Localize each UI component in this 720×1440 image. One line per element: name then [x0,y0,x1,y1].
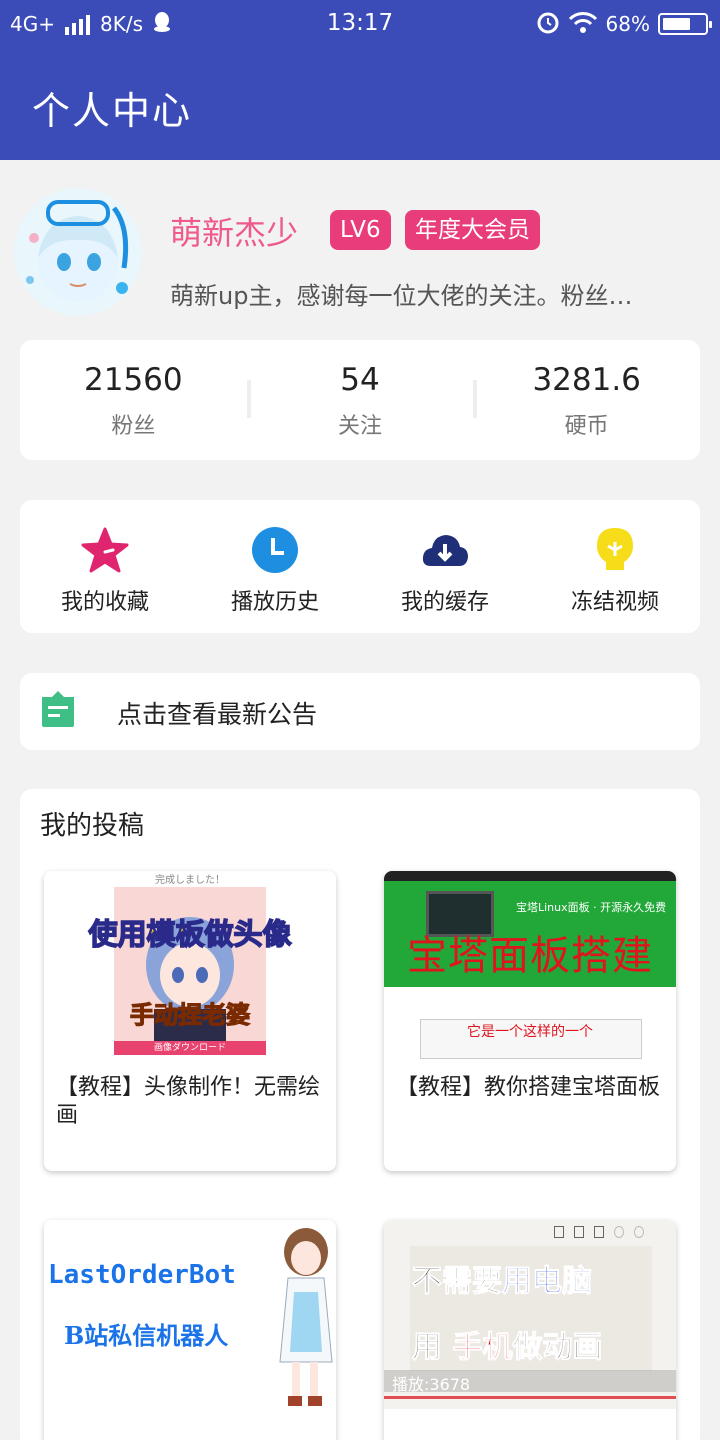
thumb-download-button: 画像ダウンロード [114,1041,266,1055]
stat-followers[interactable]: 21560 粉丝 [20,340,247,460]
thumb-waveform [384,1396,676,1399]
app-bar: 个人中心 [0,48,720,160]
thumb-line2-b: 手机 [452,1330,513,1366]
post-card[interactable]: 不需要用电脑 用 手机做动画 播放:3678 [384,1220,676,1440]
thumb-play-count: 播放:3678 [392,1375,471,1394]
user-bio: 萌新up主，感谢每一位大佬的关注。粉丝… [170,282,633,310]
cloud-download-icon [421,526,469,574]
anime-character-illustration [279,1228,333,1406]
post-card[interactable]: LastOrderBot B站私信机器人 [44,1220,336,1440]
page-title: 个人中心 [32,89,193,133]
level-badge: LV6 [330,210,391,250]
post-card[interactable]: 完成しました！ 使用模板做头像 手动捏老婆 画像ダウンロード 【教程】头像制作！… [44,871,336,1171]
quick-history[interactable]: 播放历史 [190,500,360,633]
status-bar: 4G+ 8K/s 13:17 68% [0,0,720,48]
battery-icon [658,13,712,35]
stat-label: 硬币 [564,414,609,439]
stat-value: 21560 [84,362,183,398]
thumb-headline: LastOrderBot [48,1260,236,1290]
quick-actions: 我的收藏 播放历史 我的缓存 冻结视频 [20,500,700,633]
thumb-topbar [384,871,676,881]
thumb-banner-text: 宝塔Linux面板 · 开源永久免费 [516,901,667,914]
thumb-sub: 它是一个这样的一个 [467,1024,593,1040]
thumb-headline: 使用模板做头像 [88,916,293,952]
thumb-line1: 不需要用电脑 [412,1256,593,1300]
quick-label: 冻结视频 [570,590,659,615]
vip-badge: 年度大会员 [405,210,540,250]
bulb-icon [591,526,639,574]
quick-frozen[interactable]: 冻结视频 [530,500,700,633]
profile-section: 萌新杰少 LV6 年度大会员 萌新up主，感谢每一位大佬的关注。粉丝… 2156… [0,160,720,770]
username[interactable]: 萌新杰少 [170,208,298,254]
thumb-line2-c: 做动画 [512,1330,603,1366]
quick-label: 播放历史 [230,590,319,615]
clock-icon [251,526,299,574]
stats-card: 21560 粉丝 54 关注 3281.6 硬币 [20,340,700,460]
stat-value: 3281.6 [532,362,641,398]
post-thumbnail: LastOrderBot B站私信机器人 [44,1220,336,1409]
stat-following[interactable]: 54 关注 [246,340,474,460]
quick-favorites[interactable]: 我的收藏 [20,500,190,633]
post-card[interactable]: 宝塔Linux面板 · 开源永久免费 宝塔面板搭建 它是一个这样的一个 【教程】… [384,871,676,1171]
thumb-headline: 宝塔面板搭建 [407,933,653,979]
quick-label: 我的缓存 [400,590,489,615]
alarm-icon [536,10,560,39]
stat-coins[interactable]: 3281.6 硬币 [473,340,700,460]
notice-bar[interactable]: 点击查看最新公告 [20,673,700,750]
my-posts-section: 我的投稿 完成しました！ 使用模板做头像 手动捏老婆 画像ダウンロード 【教程】… [20,789,700,1440]
post-title [384,1409,676,1423]
stat-label: 关注 [338,414,383,439]
post-thumbnail: 宝塔Linux面板 · 开源永久免费 宝塔面板搭建 它是一个这样的一个 [384,871,676,1060]
thumb-line1-a: 不需要 [412,1264,503,1300]
section-title: 我的投稿 [40,811,145,841]
thumb-line2: 用 手机做动画 [412,1322,603,1366]
notice-text: 点击查看最新公告 [117,700,318,729]
stat-label: 粉丝 [111,414,156,439]
battery-percent: 68% [605,12,650,36]
quick-cache[interactable]: 我的缓存 [360,500,530,633]
post-thumbnail: 不需要用电脑 用 手机做动画 播放:3678 [384,1220,676,1409]
post-title [44,1409,336,1423]
thumb-sub: B站私信机器人 [64,1321,229,1350]
thumb-line1-b: 用电脑 [502,1264,593,1300]
thumb-line2-a: 用 [412,1330,443,1366]
post-title: 【教程】头像制作！无需绘画 [56,1075,321,1128]
notice-icon [38,689,78,729]
wifi-icon [568,11,598,38]
star-icon [81,526,129,574]
stat-value: 54 [340,362,380,398]
thumb-toolbar [554,1226,664,1240]
avatar[interactable] [14,188,142,316]
quick-label: 我的收藏 [60,590,149,615]
post-thumbnail: 完成しました！ 使用模板做头像 手动捏老婆 画像ダウンロード [44,871,336,1060]
post-title: 【教程】教你搭建宝塔面板 [396,1075,661,1100]
thumb-sub: 手动捏老婆 [129,1000,250,1029]
